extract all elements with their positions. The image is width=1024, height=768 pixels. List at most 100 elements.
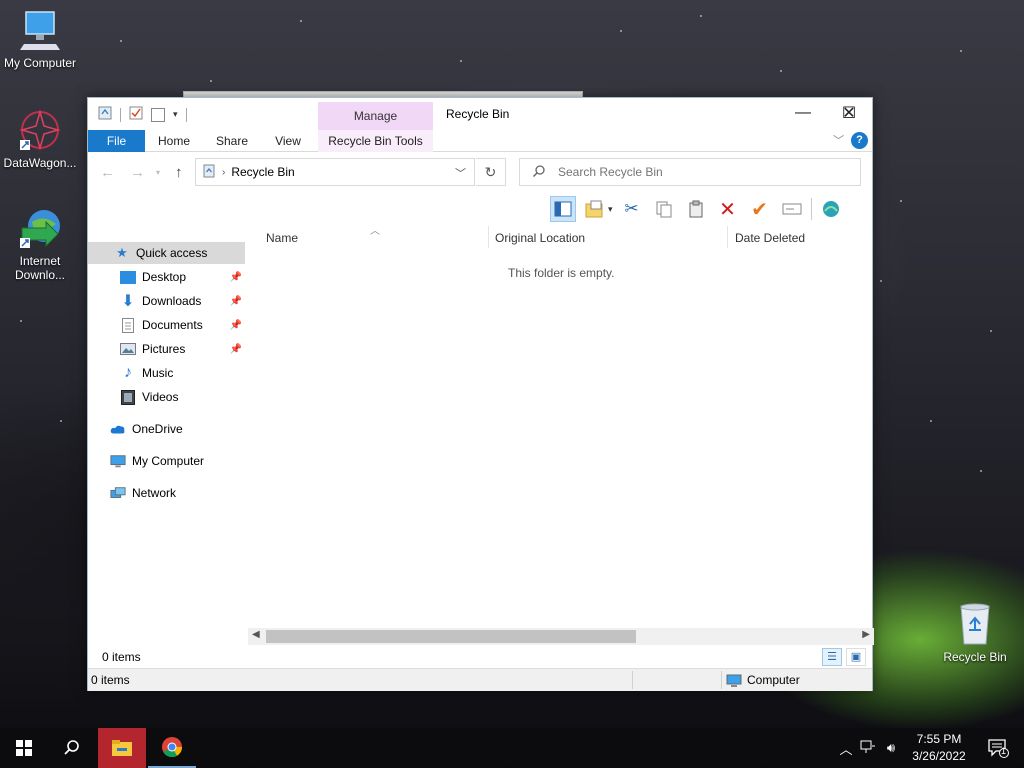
datawagon-logo-icon [16,108,64,152]
music-note-icon: ♪ [124,364,132,381]
manage-contextual-tab[interactable]: Manage [318,102,433,130]
start-button[interactable] [0,728,48,768]
layout-pane-icon [554,201,572,217]
new-folder-icon[interactable] [151,107,165,122]
up-arrow-icon[interactable]: ↑ [175,164,183,181]
search-icon [532,164,546,181]
breadcrumb-recycle-bin[interactable]: Recycle Bin [231,165,294,179]
column-header-name[interactable]: Name [266,226,486,250]
address-bar[interactable]: › Recycle Bin ﹀ [195,158,475,186]
navigation-bar: ← → ▾ ↑ › Recycle Bin ﹀ ↻ [88,158,872,188]
cut-button[interactable]: ✂ [619,196,645,222]
toolbar-separator [810,198,812,220]
pin-icon[interactable]: 📌 [230,344,242,355]
document-icon [120,317,136,333]
sidebar-item-documents[interactable]: Documents 📌 [88,314,246,336]
network-icon [110,485,126,501]
tab-file[interactable]: File [88,130,145,152]
sidebar-item-onedrive[interactable]: OneDrive [88,418,246,440]
tab-view[interactable]: View [264,130,312,152]
column-header-original-location[interactable]: Original Location [495,226,725,250]
delete-button[interactable]: ✕ [715,196,741,222]
search-box[interactable] [519,158,861,186]
cloud-icon [110,421,126,437]
status-bar: 0 items ☰ ▣ [88,648,872,668]
volume-icon[interactable]: 🔊︎ [880,740,902,756]
new-item-dropdown-chevron-icon[interactable]: ▾ [608,204,613,215]
search-button[interactable] [48,728,96,768]
scroll-left-arrow-icon[interactable]: ◀ [252,629,260,640]
search-input[interactable] [558,165,838,179]
sidebar-item-label: Pictures [142,342,186,356]
column-divider[interactable] [488,226,489,248]
bottom-location-label: Computer [747,673,800,687]
sidebar-item-music[interactable]: ♪ Music [88,362,246,384]
file-explorer-window: ▾ Manage Recycle Bin — ☐ ✕ File Home Sha… [87,97,874,691]
rename-field-icon [782,203,802,215]
properties-button[interactable] [818,196,844,222]
action-center-button[interactable]: 1 [978,728,1018,768]
help-button[interactable]: ? [851,132,868,149]
desktop-icon-datawagon[interactable]: DataWagon... [0,108,80,170]
tab-share[interactable]: Share [208,130,256,152]
sidebar-item-quick-access[interactable]: ★ Quick access [88,242,245,264]
taskbar-chrome[interactable] [148,728,196,768]
close-button[interactable]: ✕ [826,98,872,128]
column-divider[interactable] [727,226,728,248]
folder-note-icon [585,200,603,218]
desktop-icon-recycle-bin[interactable]: Recycle Bin [935,602,1015,664]
sidebar-item-my-computer[interactable]: My Computer [88,450,246,472]
clock[interactable]: 7:55 PM 3/26/2022 [900,731,978,765]
recent-locations-chevron-icon[interactable]: ▾ [156,168,160,177]
sidebar-item-desktop[interactable]: Desktop 📌 [88,266,246,288]
paste-button[interactable] [683,196,709,222]
address-dropdown-chevron-icon[interactable]: ﹀ [455,165,466,181]
pin-icon[interactable]: 📌 [230,296,242,307]
properties-icon[interactable] [129,106,143,123]
tab-recycle-bin-tools[interactable]: Recycle Bin Tools [318,130,433,152]
restore-button[interactable]: ✔ [747,196,773,222]
rename-button[interactable] [779,196,805,222]
preview-pane-button[interactable] [550,196,576,222]
empty-folder-message: This folder is empty. [508,266,615,280]
customize-toolbar-chevron-icon[interactable]: ▾ [173,109,178,120]
refresh-button[interactable]: ↻ [476,158,506,186]
pin-icon[interactable]: 📌 [230,320,242,331]
back-arrow-icon[interactable]: ← [100,164,115,181]
ribbon-collapse-chevron-icon[interactable]: ﹀ [833,132,844,148]
sidebar-item-pictures[interactable]: Pictures 📌 [88,338,246,360]
large-icons-view-button[interactable]: ▣ [846,648,866,666]
copy-button[interactable] [651,196,677,222]
sidebar-item-network[interactable]: Network [88,482,246,504]
breadcrumb-separator-icon[interactable]: › [222,167,225,178]
system-tray: ︿ 🔊︎ [836,728,902,768]
toolbar-separator [120,107,121,122]
item-count: 0 items [102,650,141,664]
computer-icon [16,8,64,52]
command-toolbar: ▾ ✂ ✕ ✔ [550,194,844,224]
sidebar-item-downloads[interactable]: ⬇ Downloads 📌 [88,290,246,312]
column-header-date-deleted[interactable]: Date Deleted [735,226,865,250]
toolbar-separator [185,107,187,122]
taskbar-file-explorer[interactable] [98,728,146,768]
globe-download-icon [16,206,64,250]
view-switcher: ☰ ▣ [822,648,866,666]
horizontal-scrollbar[interactable]: ◀ ▶ [248,628,874,645]
scroll-right-arrow-icon[interactable]: ▶ [862,629,870,640]
checkmark-icon: ✔ [751,198,768,221]
sidebar-item-label: My Computer [132,454,205,468]
desktop-icon-internet-download-manager[interactable]: Internet Downlo... [0,206,80,282]
desktop-icon-my-computer[interactable]: My Computer [0,8,80,70]
tab-home[interactable]: Home [150,130,198,152]
window-title: Recycle Bin [446,107,510,121]
new-item-button[interactable] [582,196,608,222]
pin-icon[interactable]: 📌 [230,272,242,283]
network-status-icon[interactable] [856,740,880,757]
bottom-status-bar: 0 items Computer [88,668,872,691]
details-view-button[interactable]: ☰ [822,648,842,666]
sidebar-item-videos[interactable]: Videos [88,386,246,408]
show-hidden-icons-chevron-icon[interactable]: ︿ [836,739,856,758]
forward-arrow-icon[interactable]: → [130,164,145,181]
minimize-button[interactable]: — [780,98,826,128]
scrollbar-thumb[interactable] [266,630,636,643]
